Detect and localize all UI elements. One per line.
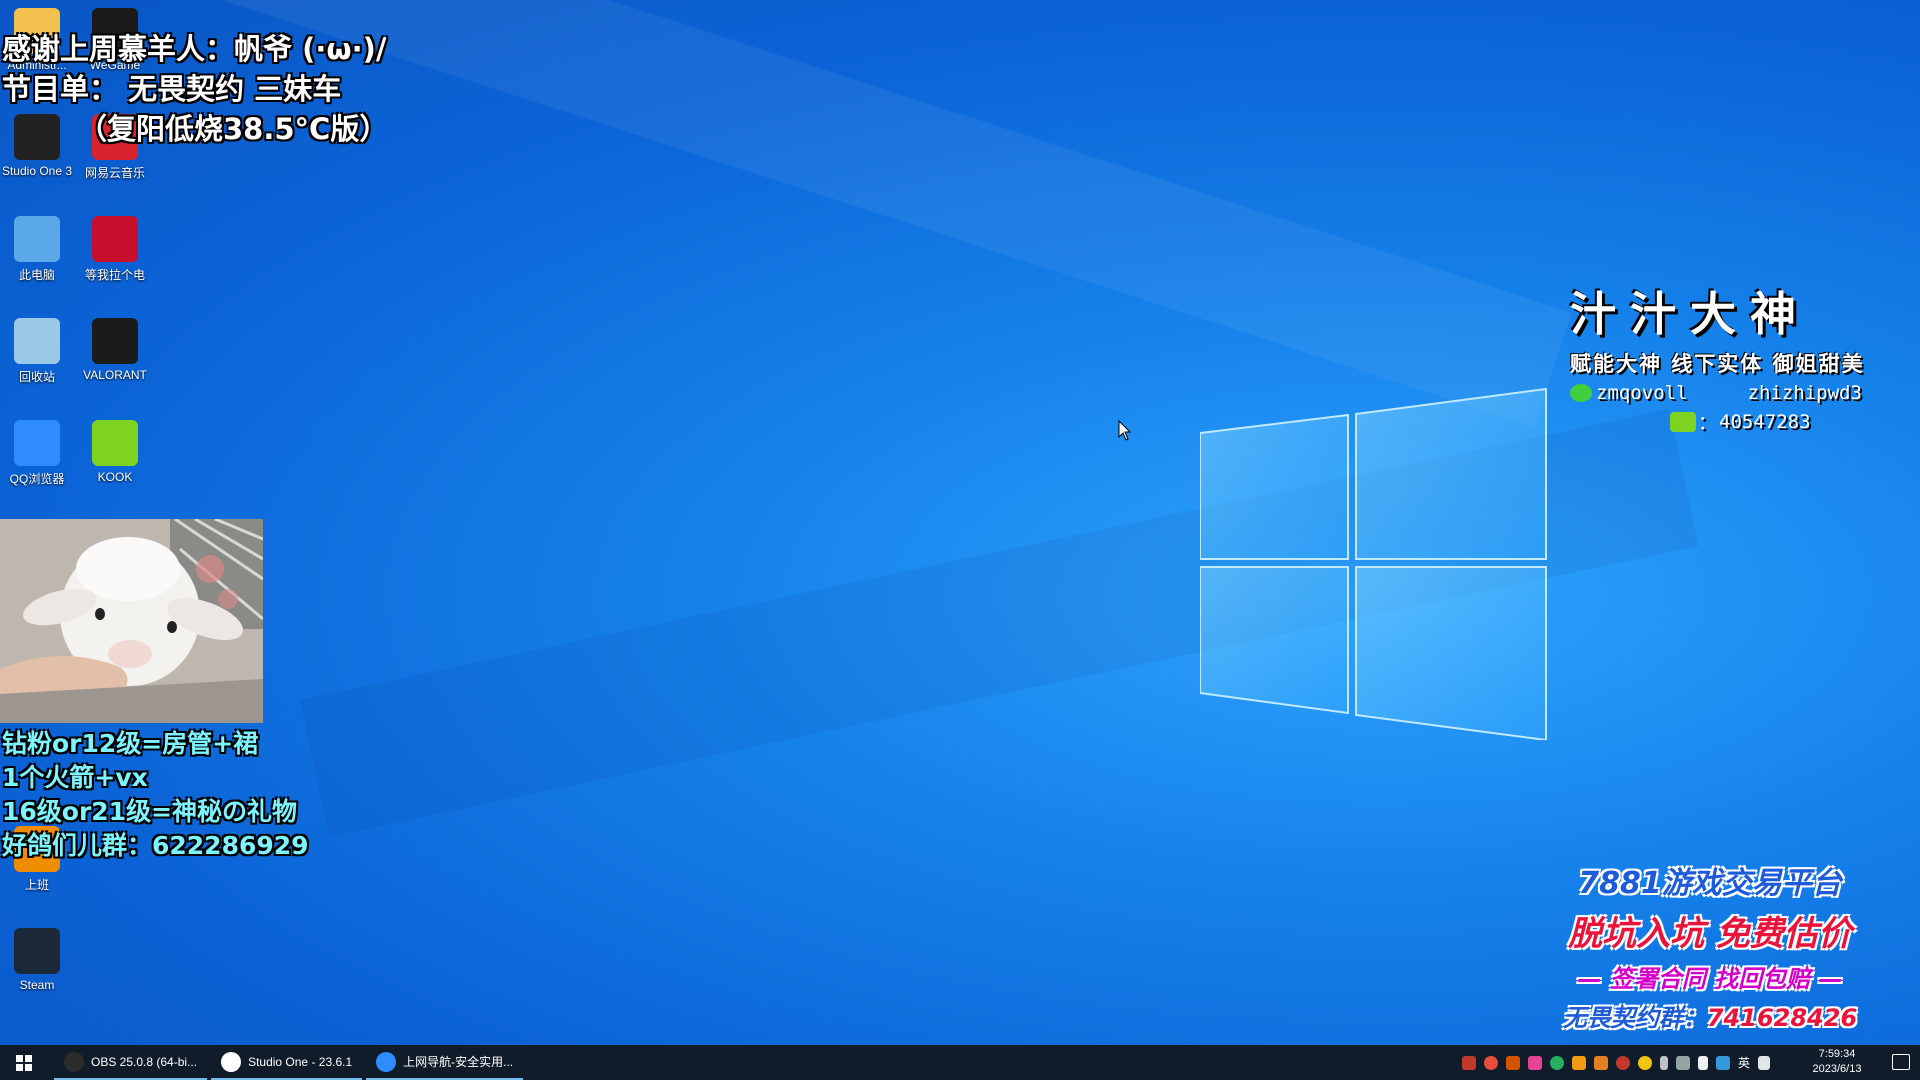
volume-icon[interactable] (1697, 1055, 1708, 1070)
overlay-group-text: 好鸽们儿群：622286929 (2, 831, 309, 860)
desktop-icon-label: 回收站 (18, 370, 55, 384)
windows-logo-wallpaper (1200, 387, 1547, 740)
ad-group-label: 无畏契约群： (1562, 1004, 1707, 1032)
kook-id: 40547283 (1719, 410, 1811, 433)
taskbar-app-label: OBS 25.0.8 (64-bi... (91, 1054, 198, 1069)
qq-browser-icon (376, 1051, 397, 1072)
webcam-feed (0, 519, 263, 723)
clock[interactable]: 7:59:34 2023/6/13 (1804, 1047, 1870, 1077)
app-icon (92, 420, 138, 466)
ad-platform-title: 7881游戏交易平台 (1578, 866, 1842, 901)
desktop-icon-label: 此电脑 (18, 268, 55, 282)
kook-icon (1670, 411, 1696, 432)
tray-app-icon[interactable] (1549, 1055, 1564, 1070)
overlay-program-text: 节目单： 无畏契约 三妹车 (2, 72, 342, 106)
wechat-id: zmqovoll (1596, 382, 1688, 404)
desktop-icon-label: 网易云音乐 (84, 166, 145, 180)
desktop-icon[interactable]: KOOK (78, 420, 152, 484)
start-button[interactable] (0, 1045, 48, 1080)
ad-guarantee: — 签署合同 找回包赔 — (1577, 965, 1843, 993)
brand-name: 汁汁大神 (1570, 287, 1810, 341)
tray-app-icon[interactable] (1593, 1055, 1608, 1070)
ad-slogan: 脱坑入坑 免费估价 (1568, 914, 1852, 954)
tray-app-icon[interactable] (1571, 1055, 1586, 1070)
studio-one-icon (221, 1051, 242, 1072)
wallpaper-light-beam (202, 0, 1572, 427)
overlay-gift-text: 16级or21级=神秘の礼物 (2, 797, 298, 826)
wechat-icon (1570, 384, 1592, 402)
ad-group-number: 741628426 (1706, 1004, 1858, 1032)
lamb-image (0, 519, 263, 723)
desktop-icon-label: 等我拉个电 (84, 268, 145, 282)
desktop-icon[interactable]: Studio One 3 (0, 114, 74, 178)
taskbar: OBS 25.0.8 (64-bi... Studio One - 23.6.1 上… (0, 1045, 1920, 1080)
obs-icon (64, 1051, 84, 1072)
taskbar-app-button[interactable]: 上网导航-安全实用... (366, 1045, 524, 1080)
brand-tagline: 赋能大神 线下实体 御姐甜美 (1570, 352, 1865, 376)
desktop-icon[interactable]: 此电脑 (0, 216, 74, 283)
secondary-id: zhizhipwd3 (1747, 382, 1862, 404)
desktop-icon-label: Studio One 3 (1, 164, 73, 178)
tray-app-icon[interactable] (1505, 1055, 1520, 1070)
desktop-icon-label: VALORANT (83, 368, 147, 382)
taskbar-app-button[interactable]: Studio One - 23.6.1 (211, 1045, 363, 1080)
microphone-icon[interactable] (1659, 1055, 1668, 1070)
windows-start-icon (16, 1054, 32, 1071)
desktop-icon[interactable]: Steam (0, 928, 74, 992)
desktop-icon[interactable]: QQ浏览器 (0, 420, 74, 487)
desktop-icon-label: Steam (19, 978, 55, 992)
app-icon (14, 216, 60, 262)
overlay-version-text: （复阳低烧38.5°C版） (78, 112, 389, 146)
overlay-thanks-text: 感谢上周慕羊人：帆爷 (·ω·)/ (2, 32, 387, 66)
desktop-icon[interactable]: 等我拉个电 (78, 216, 152, 283)
taskbar-app-button[interactable]: OBS 25.0.8 (64-bi... (54, 1045, 208, 1080)
clock-date: 2023/6/13 (1812, 1063, 1862, 1075)
streamer-brand-panel: 汁汁大神 赋能大神 线下实体 御姐甜美 zmqovoll zhizhipwd3 … (1570, 278, 1920, 458)
desktop-icon[interactable]: 回收站 (0, 318, 74, 385)
keyboard-icon[interactable] (1758, 1055, 1770, 1070)
app-icon (14, 420, 60, 466)
desktop-icon-label: KOOK (97, 470, 133, 484)
notification-center-icon[interactable] (1892, 1054, 1910, 1070)
desktop-icon-label: QQ浏览器 (9, 472, 65, 486)
tray-app-icon[interactable] (1715, 1055, 1730, 1070)
app-icon (14, 114, 60, 160)
kook-prefix: ： (1698, 412, 1718, 434)
clock-time: 7:59:34 (1818, 1048, 1856, 1060)
ime-indicator[interactable]: 英 (1738, 1054, 1750, 1071)
network-icon[interactable] (1675, 1055, 1690, 1070)
trading-platform-ad: 7881游戏交易平台 脱坑入坑 免费估价 — 签署合同 找回包赔 — 无畏契约群… (1560, 858, 1860, 1033)
overlay-rocket-text: 1个火箭+vx (2, 763, 148, 792)
tray-app-icon[interactable] (1527, 1055, 1542, 1070)
tray-app-icon[interactable] (1483, 1055, 1498, 1070)
taskbar-app-label: 上网导航-安全实用... (403, 1055, 514, 1069)
system-tray: 英 (1461, 1045, 1770, 1080)
desktop-icon-label: 上班 (24, 878, 49, 892)
mouse-cursor-icon (1118, 420, 1132, 441)
overlay-fan-tier-text: 钻粉or12级=房管+裙 (2, 729, 259, 758)
app-icon (14, 928, 60, 974)
app-icon (92, 216, 138, 262)
app-icon (14, 318, 60, 364)
tray-app-icon[interactable] (1637, 1055, 1652, 1070)
app-icon (92, 318, 138, 364)
taskbar-app-label: Studio One - 23.6.1 (248, 1054, 353, 1069)
desktop-icon[interactable]: VALORANT (78, 318, 152, 382)
tray-app-icon[interactable] (1461, 1055, 1476, 1070)
tray-app-icon[interactable] (1615, 1055, 1630, 1070)
